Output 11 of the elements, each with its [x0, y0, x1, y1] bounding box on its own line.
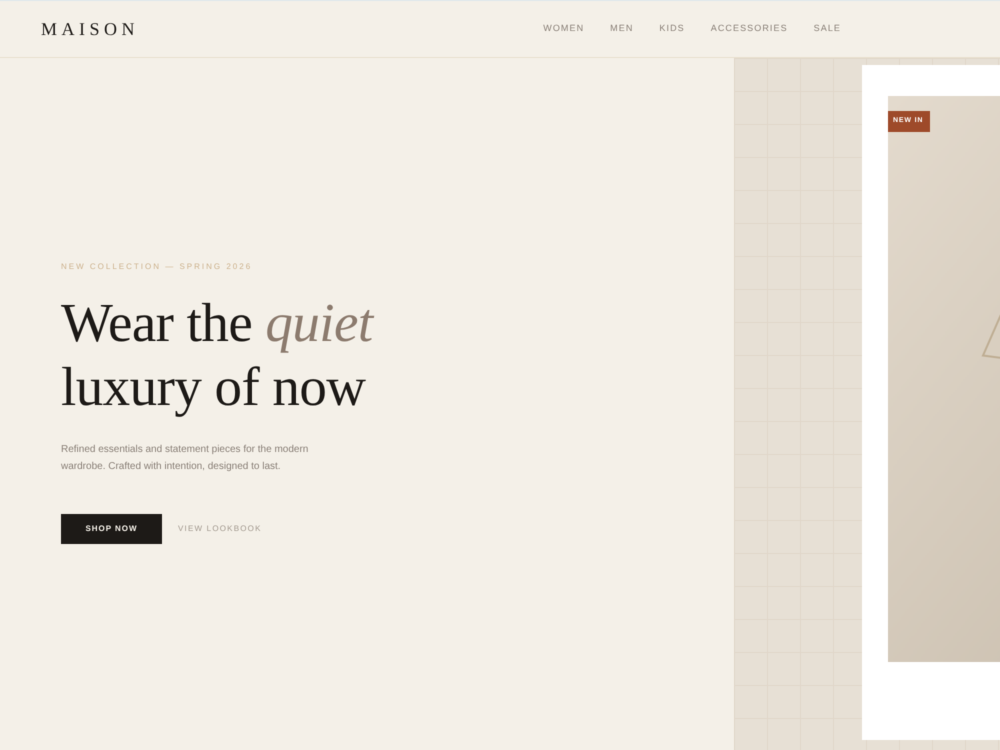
view-lookbook-link[interactable]: VIEW LOOKBOOK	[178, 523, 262, 535]
hero-description: Refined essentials and statement pieces for the modern wardrobe. Crafted with intention, designed to last.	[61, 443, 310, 474]
hero-headline: Wear the quiet luxury of now	[61, 291, 376, 419]
nav-link[interactable]: WOMEN	[543, 22, 584, 36]
nav-link[interactable]: KIDS	[659, 22, 685, 36]
brand-logo[interactable]: MAISON	[41, 16, 140, 42]
nav-link[interactable]: SALE	[814, 22, 841, 36]
nav-link[interactable]: ACCESSORIES	[710, 22, 788, 36]
shop-now-button[interactable]: SHOP NOW	[61, 514, 162, 544]
nav-link[interactable]: MEN	[610, 22, 634, 36]
collection-eyebrow: NEW COLLECTION — SPRING 2026	[61, 261, 254, 273]
